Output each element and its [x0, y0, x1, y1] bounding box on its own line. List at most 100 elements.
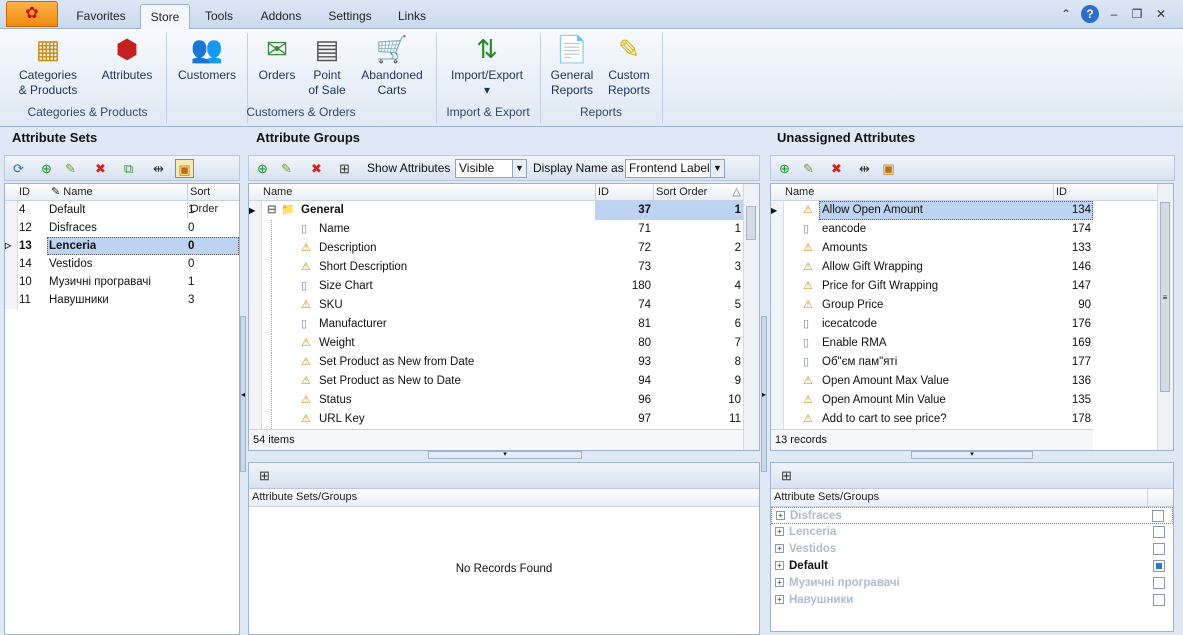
table-row[interactable]: ▶ ⚠ Allow Open Amount 134: [771, 201, 1173, 220]
table-row[interactable]: 12 Disfraces 0: [5, 219, 239, 237]
table-row[interactable]: 11 Навушники 3: [5, 291, 239, 309]
table-row[interactable]: ▯ Об"єм пам"яті 177: [771, 353, 1173, 372]
set-checkbox[interactable]: [1153, 543, 1165, 555]
column-id[interactable]: ID: [1053, 184, 1093, 201]
delete-icon[interactable]: ✖: [307, 159, 326, 178]
column-id[interactable]: ID: [19, 184, 30, 201]
table-row[interactable]: ▯ Name 71 1: [249, 220, 759, 239]
center-splitter-handle[interactable]: ▾: [428, 451, 582, 459]
custom-reports-button[interactable]: ✎ Custom Reports: [602, 33, 656, 98]
expand-icon[interactable]: +: [776, 511, 785, 521]
column-name[interactable]: ✎ Name: [51, 184, 93, 201]
table-row[interactable]: ⚠ Short Description 73 3: [249, 258, 759, 277]
expand-icon[interactable]: +: [775, 595, 784, 605]
scroll-thumb[interactable]: ≡: [1160, 202, 1170, 392]
help-icon[interactable]: ?: [1081, 5, 1099, 23]
expand-icon[interactable]: +: [775, 527, 784, 537]
column-name[interactable]: Name: [785, 184, 814, 201]
restore-icon[interactable]: ❐: [1128, 5, 1146, 23]
tab-tools[interactable]: Tools: [194, 4, 244, 29]
table-row[interactable]: ▯ Size Chart 180 4: [249, 277, 759, 296]
columns-icon[interactable]: ⇹: [855, 159, 874, 178]
attributes-button[interactable]: ⬢ Attributes: [96, 33, 158, 83]
column-id[interactable]: ID: [595, 184, 653, 201]
table-row[interactable]: ⚠ Description 72 2: [249, 239, 759, 258]
table-row[interactable]: ⚠ Set Product as New to Date 94 9: [249, 372, 759, 391]
set-checkbox[interactable]: [1152, 510, 1164, 522]
table-row[interactable]: ⚠ Group Price 90: [771, 296, 1173, 315]
column-sort-order[interactable]: Sort Order △: [653, 184, 743, 201]
set-tree-item[interactable]: + Навушники: [771, 592, 1173, 609]
app-menu-icon[interactable]: ✿: [6, 1, 58, 27]
edit-icon[interactable]: ✎: [799, 159, 818, 178]
table-row[interactable]: ⚠ Status 96 10: [249, 391, 759, 410]
table-row[interactable]: ⚠ Add to cart to see price? 178: [771, 410, 1173, 429]
set-tree-item[interactable]: + Disfraces: [771, 507, 1173, 524]
expand-icon[interactable]: +: [775, 561, 784, 571]
table-row[interactable]: 10 Музичні програвачі 1: [5, 273, 239, 291]
tab-settings[interactable]: Settings: [318, 4, 382, 29]
collapse-ribbon-icon[interactable]: ⌃: [1057, 5, 1075, 23]
expand-icon[interactable]: +: [775, 578, 784, 588]
tree-icon[interactable]: ⊞: [335, 159, 354, 178]
delete-icon[interactable]: ✖: [827, 159, 846, 178]
table-row[interactable]: 14 Vestidos 0: [5, 255, 239, 273]
categories-products-button[interactable]: ▦ Categories & Products: [14, 33, 82, 98]
table-row[interactable]: ⚠ Weight 80 7: [249, 334, 759, 353]
table-row[interactable]: ▯ eancode 174: [771, 220, 1173, 239]
table-row[interactable]: ⚠ Open Amount Max Value 136: [771, 372, 1173, 391]
tree-icon[interactable]: ⊞: [255, 466, 274, 485]
attribute-groups-scrollbar[interactable]: [743, 184, 759, 450]
general-reports-button[interactable]: 📄 General Reports: [546, 33, 598, 98]
expand-icon[interactable]: +: [775, 544, 784, 554]
abandoned-carts-button[interactable]: 🛒 Abandoned Carts: [356, 33, 428, 98]
tab-links[interactable]: Links: [390, 4, 434, 29]
table-row[interactable]: ▷ 13 Lenceria 0: [5, 237, 239, 255]
tab-favorites[interactable]: Favorites: [64, 4, 138, 29]
tab-addons[interactable]: Addons: [252, 4, 310, 29]
table-row[interactable]: ⚠ Open Amount Min Value 135: [771, 391, 1173, 410]
table-row[interactable]: ⚠ URL Key 97 11: [249, 410, 759, 429]
minimize-icon[interactable]: –: [1105, 5, 1123, 23]
add-icon[interactable]: ⊕: [37, 159, 56, 178]
set-checkbox[interactable]: [1153, 594, 1165, 606]
fit-icon[interactable]: ▣: [175, 159, 194, 178]
orders-button[interactable]: ✉ Orders: [254, 33, 300, 83]
right-bottom-splitter-handle[interactable]: ▾: [911, 451, 1033, 459]
scroll-thumb[interactable]: [746, 206, 756, 240]
copy-set-icon[interactable]: ⧉: [119, 159, 138, 178]
fit-icon[interactable]: ▣: [879, 159, 898, 178]
display-name-select[interactable]: Frontend Label ▼: [625, 159, 725, 178]
unassigned-scrollbar[interactable]: ≡: [1157, 184, 1173, 450]
set-tree-item[interactable]: + Музичні програвачі: [771, 575, 1173, 592]
add-icon[interactable]: ⊕: [253, 159, 272, 178]
collapse-icon[interactable]: ⊟: [267, 201, 277, 220]
columns-icon[interactable]: ⇹: [149, 159, 168, 178]
tab-store[interactable]: Store: [140, 4, 190, 29]
set-checkbox[interactable]: [1153, 526, 1165, 538]
table-row[interactable]: ⚠ Amounts 133: [771, 239, 1173, 258]
right-splitter-handle[interactable]: ▸: [761, 316, 767, 472]
left-splitter-handle[interactable]: ◂: [240, 316, 246, 472]
tree-icon[interactable]: ⊞: [777, 466, 796, 485]
edit-icon[interactable]: ✎: [61, 159, 80, 178]
refresh-icon[interactable]: ⟳: [9, 159, 28, 178]
import-export-button[interactable]: ⇅ Import/Export ▾: [444, 33, 530, 98]
column-name[interactable]: Name: [263, 184, 292, 201]
table-row[interactable]: ⚠ SKU 74 5: [249, 296, 759, 315]
edit-icon[interactable]: ✎: [277, 159, 296, 178]
set-tree-item[interactable]: + Lenceria: [771, 524, 1173, 541]
table-row[interactable]: ▯ Enable RMA 169: [771, 334, 1173, 353]
customers-button[interactable]: 👥 Customers: [174, 33, 240, 83]
table-row[interactable]: 4 Default 1: [5, 201, 239, 219]
table-row[interactable]: ⚠ Price for Gift Wrapping 147: [771, 277, 1173, 296]
set-tree-item[interactable]: + Vestidos: [771, 541, 1173, 558]
group-row-general[interactable]: ▶ ⊟ 📁 General 37 1: [249, 201, 759, 220]
set-tree-item[interactable]: + Default: [771, 558, 1173, 575]
table-row[interactable]: ▯ icecatcode 176: [771, 315, 1173, 334]
show-attributes-select[interactable]: Visible ▼: [455, 159, 527, 178]
delete-icon[interactable]: ✖: [91, 159, 110, 178]
chevron-down-icon[interactable]: ▼: [710, 160, 724, 177]
close-icon[interactable]: ✕: [1152, 5, 1170, 23]
table-row[interactable]: ▯ Manufacturer 81 6: [249, 315, 759, 334]
